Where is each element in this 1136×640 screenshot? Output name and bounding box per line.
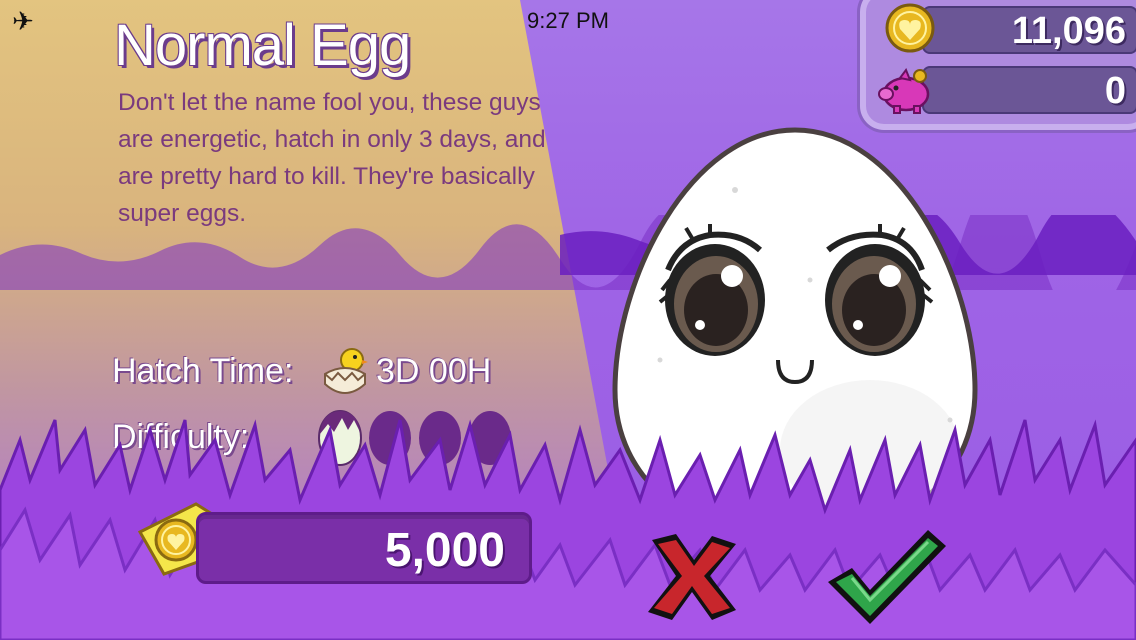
egg-title: Normal Egg (114, 13, 411, 78)
price-bar: 5,000 (196, 512, 532, 584)
hatch-time-value: 3D 00H (376, 352, 492, 390)
egg-description: Don't let the name fool you, these guys … (118, 89, 546, 227)
hatching-chick-icon (324, 348, 368, 394)
piggy-bank-bar: 0 (922, 66, 1136, 114)
green-check-icon (828, 530, 946, 624)
hatch-time-label: Hatch Time: (112, 352, 294, 390)
cancel-button[interactable] (642, 528, 742, 624)
piggy-bank-icon (878, 68, 930, 114)
coin-balance: 11,096 (1011, 10, 1126, 52)
coin-icon (885, 3, 935, 53)
red-x-icon (648, 534, 736, 620)
coin-balance-bar: 11,096 (922, 6, 1136, 54)
price-value: 5,000 (384, 524, 505, 577)
piggy-bank-balance: 0 (1104, 70, 1126, 112)
confirm-button[interactable] (824, 524, 948, 628)
